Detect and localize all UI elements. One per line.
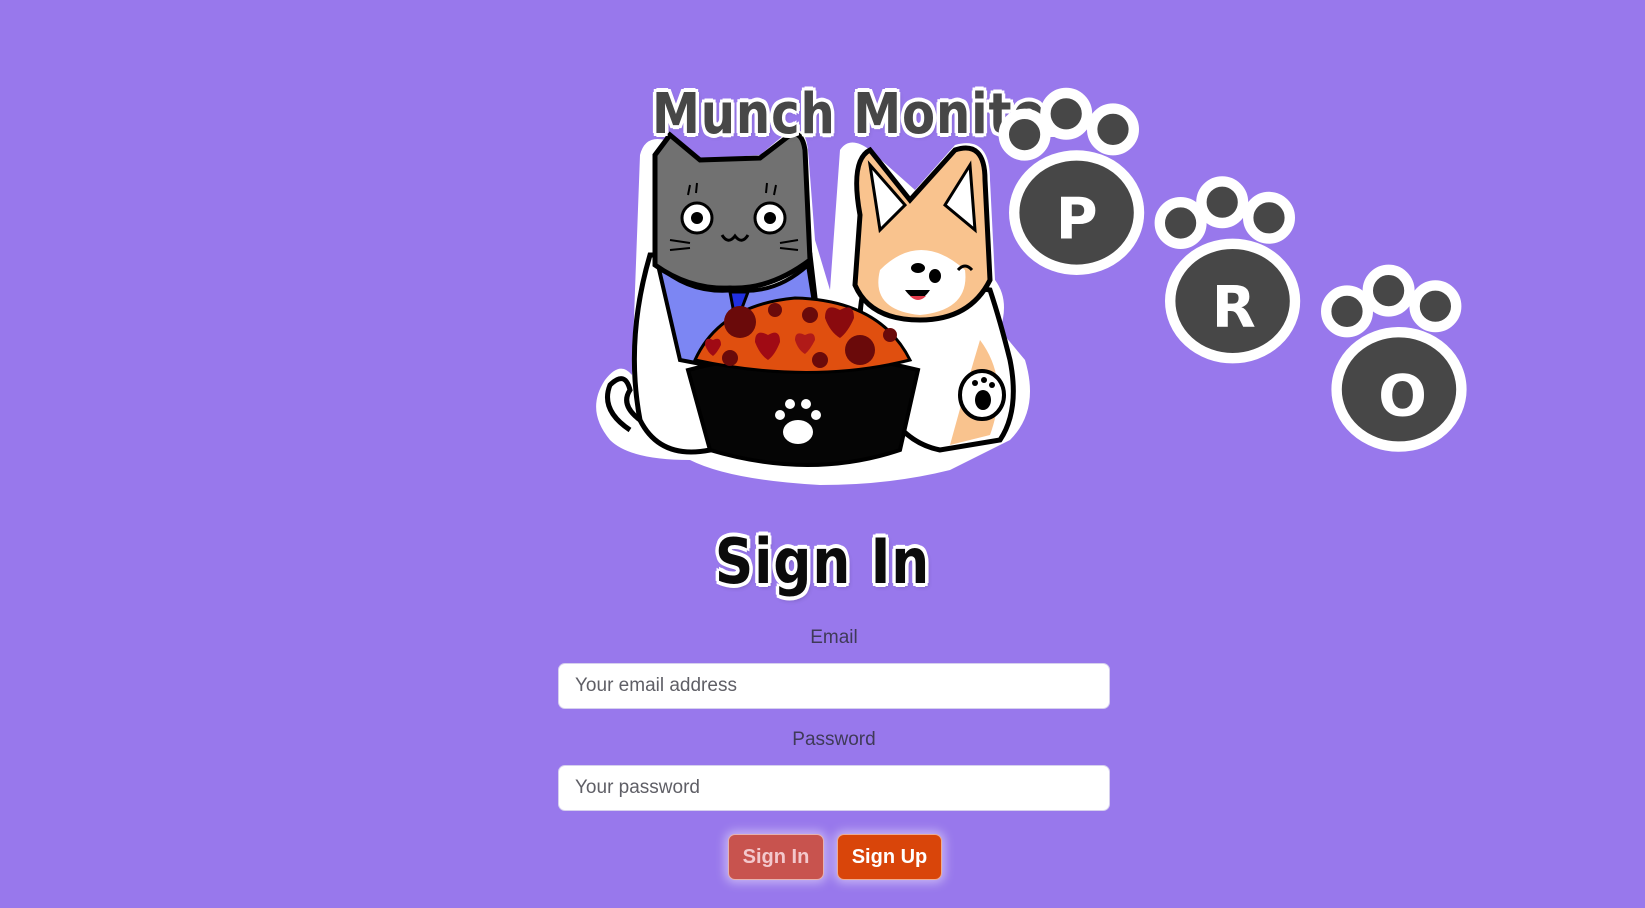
email-field[interactable] xyxy=(558,663,1110,709)
svg-text:O: O xyxy=(1378,363,1427,429)
pro-paw-badge: P R O xyxy=(998,87,1467,452)
svg-text:P: P xyxy=(1056,187,1098,253)
password-label: Password xyxy=(792,729,876,750)
page-title: Sign In xyxy=(714,525,931,598)
password-field[interactable] xyxy=(558,765,1110,811)
cat-head xyxy=(652,131,813,291)
sign-in-button[interactable]: Sign In xyxy=(728,834,824,880)
app-logo: Munch Monitor P R O xyxy=(570,40,1467,490)
sign-up-button[interactable]: Sign Up xyxy=(837,834,942,880)
svg-text:R: R xyxy=(1212,275,1256,341)
email-label: Email xyxy=(810,627,858,648)
